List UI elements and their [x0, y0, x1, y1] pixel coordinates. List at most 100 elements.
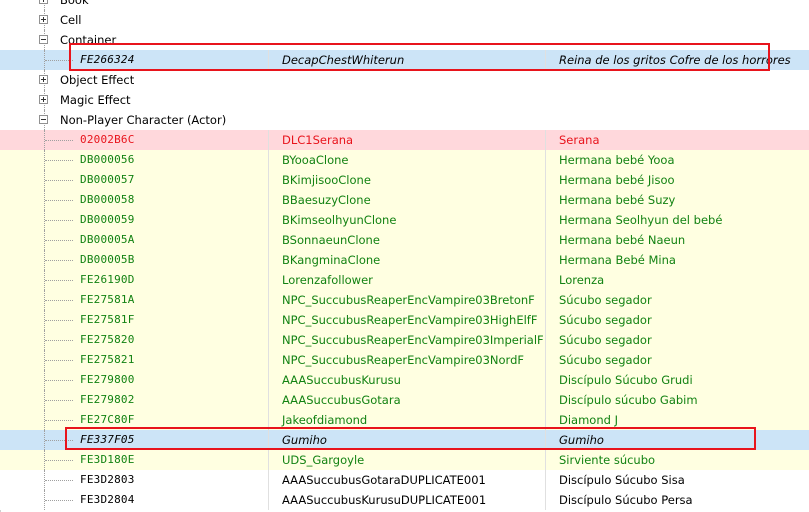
record-row[interactable]: FE27581A NPC_SuccubusReaperEncVampire03Br…: [0, 290, 809, 310]
record-row[interactable]: FE3D2803 AAASuccubusGotaraDUPLICATE001 Dis…: [0, 470, 809, 490]
editor-id-cell: Jakeofdiamond: [282, 413, 368, 427]
record-row[interactable]: FE27581F NPC_SuccubusReaperEncVampire03Hi…: [0, 310, 809, 330]
tree-connector: [45, 340, 73, 341]
name-cell: Súcubo segador: [559, 333, 652, 347]
name-cell: Hermana bebé Jisoo: [559, 173, 675, 187]
form-id-cell: FE26190D: [80, 273, 135, 286]
column-divider: [268, 310, 269, 330]
tree-connector: [45, 420, 73, 421]
collapse-minus-icon[interactable]: [39, 115, 48, 124]
column-divider: [545, 490, 546, 510]
form-id-cell: FE337F05: [80, 433, 135, 446]
column-divider: [268, 290, 269, 310]
record-row[interactable]: FE275820 NPC_SuccubusReaperEncVampire03Im…: [0, 330, 809, 350]
record-row[interactable]: DB000058 BBaesuzyClone Hermana bebé Suzy: [0, 190, 809, 210]
tree-connector: [45, 300, 73, 301]
editor-id-cell: AAASuccubusKurusu: [282, 373, 401, 387]
form-id-cell: FE3D2804: [80, 493, 135, 506]
column-divider: [545, 370, 546, 390]
column-divider: [268, 50, 269, 70]
record-row[interactable]: FE279802 AAASuccubusGotara Discípulo súcub…: [0, 390, 809, 410]
record-row[interactable]: FE3D180E UDS_Gargoyle Sirviente súcubo: [0, 450, 809, 470]
column-divider: [545, 190, 546, 210]
column-divider: [545, 470, 546, 490]
record-row[interactable]: DB000057 BKimjisooClone Hermana bebé Jisoo: [0, 170, 809, 190]
tree-connector: [45, 380, 73, 381]
tree-group-npc[interactable]: Non-Player Character (Actor): [0, 110, 809, 130]
record-tree[interactable]: Book Cell Container FE266324 DecapChestWh…: [0, 0, 809, 510]
editor-id-cell: BBaesuzyClone: [282, 193, 371, 207]
column-divider: [268, 250, 269, 270]
collapse-minus-icon[interactable]: [39, 35, 48, 44]
expand-plus-icon[interactable]: [39, 15, 48, 24]
form-id-cell: FE275820: [80, 333, 135, 346]
tree-connector: [45, 320, 73, 321]
tree-group-book[interactable]: Book: [0, 0, 809, 10]
expand-plus-icon[interactable]: [39, 75, 48, 84]
name-cell: Discípulo Súcubo Sisa: [559, 473, 685, 487]
column-divider: [268, 130, 269, 150]
record-row[interactable]: FE275821 NPC_SuccubusReaperEncVampire03No…: [0, 350, 809, 370]
column-divider: [268, 410, 269, 430]
name-cell: Gumiho: [559, 433, 604, 447]
expand-plus-icon[interactable]: [39, 0, 48, 4]
record-row[interactable]: DB000056 BYooaClone Hermana bebé Yooa: [0, 150, 809, 170]
column-divider: [545, 330, 546, 350]
record-row[interactable]: FE337F05 Gumiho Gumiho: [0, 430, 809, 450]
editor-id-cell: Lorenzafollower: [282, 273, 373, 287]
editor-id-cell: NPC_SuccubusReaperEncVampire03BretonF: [282, 293, 535, 307]
tree-connector: [45, 200, 73, 201]
name-cell: Sirviente súcubo: [559, 453, 656, 467]
form-id-cell: FE266324: [80, 53, 135, 66]
expand-plus-icon[interactable]: [39, 95, 48, 104]
tree-connector: [45, 220, 73, 221]
editor-id-cell: BKimjisooClone: [282, 173, 371, 187]
editor-id-cell: DLC1Serana: [282, 133, 354, 147]
name-cell: Hermana bebé Naeun: [559, 233, 686, 247]
name-cell: Reina de los gritos Cofre de los horrore…: [559, 53, 791, 67]
tree-group-container[interactable]: Container: [0, 30, 809, 50]
record-row[interactable]: DB00005B BKangminaClone Hermana Bebé Mina: [0, 250, 809, 270]
record-row[interactable]: FE3D2804 AAASuccubusKurusuDUPLICATE001 Dis…: [0, 490, 809, 510]
editor-id-cell: AAASuccubusGotara: [282, 393, 401, 407]
editor-id-cell: BKimseolhyunClone: [282, 213, 397, 227]
tree-group-cell[interactable]: Cell: [0, 10, 809, 30]
record-row[interactable]: DB00005A BSonnaeunClone Hermana bebé Naeun: [0, 230, 809, 250]
editor-id-cell: DecapChestWhiterun: [282, 53, 405, 67]
column-divider: [268, 210, 269, 230]
column-divider: [268, 190, 269, 210]
tree-connector: [45, 280, 73, 281]
editor-id-cell: AAASuccubusKurusuDUPLICATE001: [282, 493, 487, 507]
form-id-cell: DB000059: [80, 213, 135, 226]
tree-connector: [45, 440, 73, 441]
tree-group-object-effect[interactable]: Object Effect: [0, 70, 809, 90]
column-divider: [268, 350, 269, 370]
tree-connector: [45, 140, 73, 141]
name-cell: Súcubo segador: [559, 353, 652, 367]
group-label-container: Container: [60, 33, 117, 47]
group-label-npc: Non-Player Character (Actor): [60, 113, 227, 127]
name-cell: Súcubo segador: [559, 293, 652, 307]
record-row[interactable]: 02002B6C DLC1Serana Serana: [0, 130, 809, 150]
tree-connector: [45, 460, 73, 461]
tree-connector: [45, 400, 73, 401]
editor-id-cell: BYooaClone: [282, 153, 349, 167]
column-divider: [268, 370, 269, 390]
record-row[interactable]: FE266324 DecapChestWhiterun Reina de los g…: [0, 50, 809, 70]
record-row[interactable]: FE27C80F Jakeofdiamond Diamond J: [0, 410, 809, 430]
record-row[interactable]: DB000059 BKimseolhyunClone Hermana Seolhyu…: [0, 210, 809, 230]
form-id-cell: FE275821: [80, 353, 135, 366]
form-id-cell: 02002B6C: [80, 133, 135, 146]
record-row[interactable]: FE26190D Lorenzafollower Lorenza: [0, 270, 809, 290]
record-row[interactable]: FE279800 AAASuccubusKurusu Discípulo Súcub…: [0, 370, 809, 390]
column-divider: [545, 290, 546, 310]
name-cell: Hermana bebé Yooa: [559, 153, 675, 167]
column-divider: [545, 450, 546, 470]
tree-connector: [45, 260, 73, 261]
tree-connector: [45, 60, 73, 61]
column-divider: [545, 50, 546, 70]
tree-group-magic-effect[interactable]: Magic Effect: [0, 90, 809, 110]
form-id-cell: FE27581F: [80, 313, 135, 326]
group-label-magic-effect: Magic Effect: [60, 93, 131, 107]
form-id-cell: DB00005A: [80, 233, 135, 246]
